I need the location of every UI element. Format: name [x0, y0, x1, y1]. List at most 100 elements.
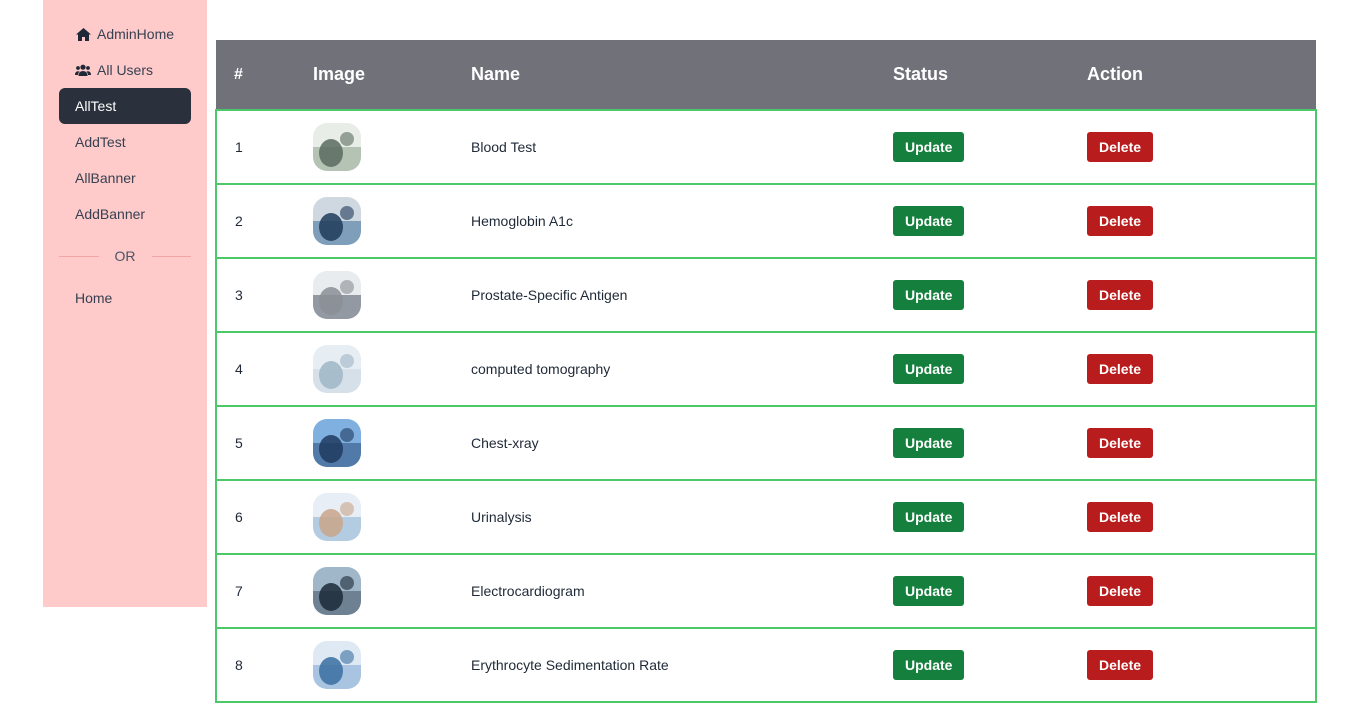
row-image-cell	[295, 479, 453, 555]
table-row: 4 computed tomography Update Delete	[215, 331, 1317, 407]
tests-table-container: # Image Name Status Action 1 Blood Test …	[215, 40, 1317, 703]
row-action-cell: Delete	[1069, 183, 1317, 259]
test-thumbnail-image	[313, 345, 361, 393]
home-icon	[75, 27, 91, 41]
sidebar-item-home[interactable]: Home	[59, 280, 191, 316]
row-number: 2	[215, 183, 295, 259]
sidebar-item-label: AddBanner	[75, 206, 146, 222]
sidebar: AdminHome All Users AllTest AddTest AllB…	[43, 0, 207, 607]
row-image-cell	[295, 627, 453, 703]
update-button[interactable]: Update	[893, 354, 965, 384]
row-action-cell: Delete	[1069, 627, 1317, 703]
row-status-cell: Update	[875, 183, 1069, 259]
row-status-cell: Update	[875, 109, 1069, 185]
row-image-cell	[295, 553, 453, 629]
test-thumbnail-image	[313, 271, 361, 319]
tests-table: # Image Name Status Action 1 Blood Test …	[215, 40, 1317, 703]
sidebar-item-addtest[interactable]: AddTest	[59, 124, 191, 160]
row-number: 6	[215, 479, 295, 555]
row-name: Chest-xray	[453, 405, 875, 481]
row-number: 8	[215, 627, 295, 703]
sidebar-divider: OR	[59, 232, 191, 280]
table-header: # Image Name Status Action	[216, 40, 1316, 110]
row-action-cell: Delete	[1069, 479, 1317, 555]
table-row: 6 Urinalysis Update Delete	[215, 479, 1317, 555]
row-number: 4	[215, 331, 295, 407]
divider-line-right	[151, 255, 191, 257]
delete-button[interactable]: Delete	[1087, 428, 1154, 458]
sidebar-item-all-users[interactable]: All Users	[59, 52, 191, 88]
update-button[interactable]: Update	[893, 206, 965, 236]
users-icon	[75, 63, 91, 77]
row-action-cell: Delete	[1069, 553, 1317, 629]
row-action-cell: Delete	[1069, 331, 1317, 407]
row-status-cell: Update	[875, 627, 1069, 703]
row-action-cell: Delete	[1069, 109, 1317, 185]
table-row: 5 Chest-xray Update Delete	[215, 405, 1317, 481]
row-image-cell	[295, 331, 453, 407]
row-action-cell: Delete	[1069, 257, 1317, 333]
update-button[interactable]: Update	[893, 502, 965, 532]
row-image-cell	[295, 405, 453, 481]
table-row: 7 Electrocardiogram Update Delete	[215, 553, 1317, 629]
test-thumbnail-image	[313, 493, 361, 541]
sidebar-item-alltest[interactable]: AllTest	[59, 88, 191, 124]
column-header-image: Image	[313, 64, 366, 84]
table-body: 1 Blood Test Update Delete 2 Hemoglobin …	[215, 109, 1317, 703]
row-number: 5	[215, 405, 295, 481]
row-name: computed tomography	[453, 331, 875, 407]
sidebar-item-label: AdminHome	[97, 26, 175, 42]
column-header-name: Name	[471, 64, 521, 84]
divider-text: OR	[114, 248, 136, 264]
row-name: Hemoglobin A1c	[453, 183, 875, 259]
row-status-cell: Update	[875, 479, 1069, 555]
sidebar-item-label: Home	[75, 290, 113, 306]
delete-button[interactable]: Delete	[1087, 206, 1154, 236]
table-row: 8 Erythrocyte Sedimentation Rate Update …	[215, 627, 1317, 703]
row-name: Blood Test	[453, 109, 875, 185]
delete-button[interactable]: Delete	[1087, 502, 1154, 532]
delete-button[interactable]: Delete	[1087, 280, 1154, 310]
divider-line-left	[59, 255, 99, 257]
update-button[interactable]: Update	[893, 428, 965, 458]
update-button[interactable]: Update	[893, 576, 965, 606]
sidebar-item-label: All Users	[97, 62, 154, 78]
row-status-cell: Update	[875, 553, 1069, 629]
row-status-cell: Update	[875, 405, 1069, 481]
delete-button[interactable]: Delete	[1087, 132, 1154, 162]
row-status-cell: Update	[875, 257, 1069, 333]
row-number: 7	[215, 553, 295, 629]
row-status-cell: Update	[875, 331, 1069, 407]
delete-button[interactable]: Delete	[1087, 650, 1154, 680]
row-image-cell	[295, 257, 453, 333]
table-row: 1 Blood Test Update Delete	[215, 109, 1317, 185]
update-button[interactable]: Update	[893, 132, 965, 162]
column-header-number: #	[234, 65, 243, 83]
row-name: Urinalysis	[453, 479, 875, 555]
test-thumbnail-image	[313, 197, 361, 245]
table-row: 3 Prostate-Specific Antigen Update Delet…	[215, 257, 1317, 333]
row-name: Erythrocyte Sedimentation Rate	[453, 627, 875, 703]
delete-button[interactable]: Delete	[1087, 354, 1154, 384]
sidebar-item-label: AllTest	[75, 98, 117, 114]
sidebar-item-allbanner[interactable]: AllBanner	[59, 160, 191, 196]
row-number: 1	[215, 109, 295, 185]
table-row: 2 Hemoglobin A1c Update Delete	[215, 183, 1317, 259]
test-thumbnail-image	[313, 641, 361, 689]
row-image-cell	[295, 109, 453, 185]
row-action-cell: Delete	[1069, 405, 1317, 481]
sidebar-nav: AdminHome All Users AllTest AddTest AllB…	[59, 16, 191, 316]
sidebar-item-label: AllBanner	[75, 170, 136, 186]
delete-button[interactable]: Delete	[1087, 576, 1154, 606]
test-thumbnail-image	[313, 567, 361, 615]
row-name: Electrocardiogram	[453, 553, 875, 629]
row-image-cell	[295, 183, 453, 259]
row-name: Prostate-Specific Antigen	[453, 257, 875, 333]
sidebar-item-addbanner[interactable]: AddBanner	[59, 196, 191, 232]
update-button[interactable]: Update	[893, 280, 965, 310]
test-thumbnail-image	[313, 419, 361, 467]
test-thumbnail-image	[313, 123, 361, 171]
sidebar-item-adminhome[interactable]: AdminHome	[59, 16, 191, 52]
update-button[interactable]: Update	[893, 650, 965, 680]
column-header-action: Action	[1087, 64, 1143, 84]
